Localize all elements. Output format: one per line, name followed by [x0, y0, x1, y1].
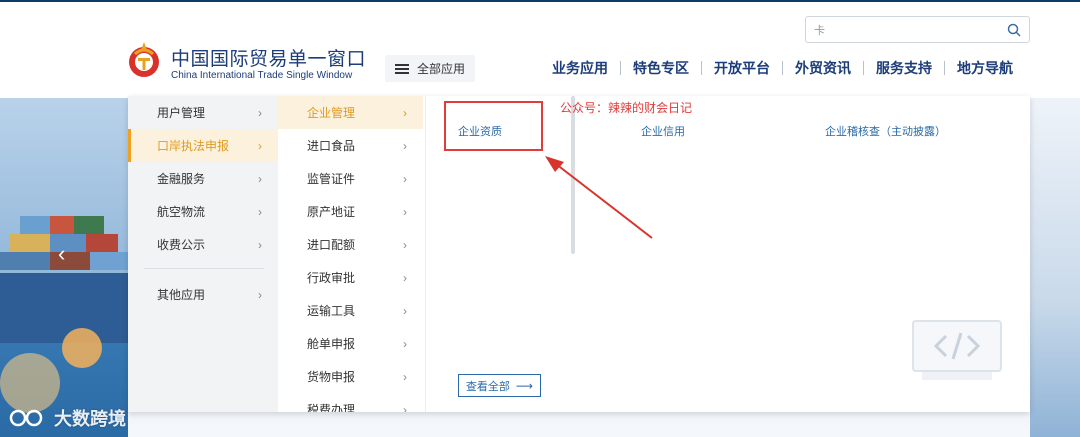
- nav-service-support[interactable]: 服务支持: [864, 58, 944, 78]
- chevron-right-icon: ›: [403, 204, 407, 219]
- menu-item-fee-disclosure[interactable]: 收费公示 ›: [128, 228, 278, 261]
- watermark: 大数跨境: [8, 405, 126, 431]
- chevron-right-icon: ›: [258, 105, 262, 120]
- nav-open-platform[interactable]: 开放平台: [702, 58, 782, 78]
- chevron-right-icon: ›: [258, 237, 262, 252]
- submenu-item-label: 监管证件: [307, 172, 356, 186]
- link-enterprise-qualification[interactable]: 企业资质: [458, 123, 502, 139]
- menu-item-other-apps[interactable]: 其他应用 ›: [128, 278, 278, 311]
- view-all-label: 查看全部: [465, 380, 510, 393]
- menu-item-label: 金融服务: [157, 172, 206, 186]
- container-block: [90, 252, 128, 270]
- all-apps-button[interactable]: 全部应用: [385, 55, 475, 82]
- nav-business-apps[interactable]: 业务应用: [540, 58, 620, 78]
- chevron-left-icon[interactable]: ‹: [58, 241, 65, 267]
- chevron-right-icon: ›: [258, 204, 262, 219]
- chevron-right-icon: ›: [403, 237, 407, 252]
- all-apps-label: 全部应用: [417, 62, 466, 76]
- submenu-item-label: 企业管理: [307, 106, 356, 120]
- main-nav: 业务应用 特色专区 开放平台 外贸资讯 服务支持 地方导航: [540, 58, 1025, 78]
- banner-sea-right: [1030, 98, 1080, 437]
- menu-divider: [144, 268, 264, 269]
- submenu-item-label: 进口食品: [307, 139, 356, 153]
- nav-trade-news[interactable]: 外贸资讯: [783, 58, 863, 78]
- chevron-right-icon: ›: [403, 303, 407, 318]
- container-block: [50, 234, 86, 252]
- chevron-right-icon: ›: [258, 138, 262, 153]
- submenu-item-regulatory-certificates[interactable]: 监管证件 ›: [278, 162, 423, 195]
- submenu-item-label: 运输工具: [307, 304, 356, 318]
- submenu-item-imported-food[interactable]: 进口食品 ›: [278, 129, 423, 162]
- menu-level1: 用户管理 › 口岸执法申报 › 金融服务 › 航空物流 › 收费公示 › 其他应…: [128, 96, 278, 412]
- search-input[interactable]: [814, 21, 999, 39]
- link-enterprise-audit[interactable]: 企业稽核查（主动披露）: [825, 123, 946, 139]
- submenu-item-tax-processing[interactable]: 税费办理 ›: [278, 393, 423, 413]
- watermark-text: 大数跨境: [54, 409, 126, 429]
- chevron-right-icon: ›: [403, 138, 407, 153]
- nav-local-navigation[interactable]: 地方导航: [945, 58, 1025, 78]
- container-block: [74, 216, 104, 234]
- submenu-item-label: 税费办理: [307, 403, 356, 412]
- code-icon: [912, 320, 1002, 380]
- submenu-item-import-quota[interactable]: 进口配额 ›: [278, 228, 423, 261]
- submenu-item-enterprise-management[interactable]: 企业管理 ›: [278, 96, 423, 129]
- banner-sun: [62, 328, 102, 368]
- menu-item-label: 其他应用: [157, 288, 206, 302]
- menu-item-port-declaration[interactable]: 口岸执法申报 ›: [128, 129, 278, 162]
- view-all-button[interactable]: 查看全部 ⟶: [458, 374, 541, 397]
- menu-icon: [395, 63, 409, 74]
- all-apps-dropdown: 用户管理 › 口岸执法申报 › 金融服务 › 航空物流 › 收费公示 › 其他应…: [128, 96, 1030, 412]
- submenu-item-label: 进口配额: [307, 238, 356, 252]
- site-subtitle: China International Trade Single Window: [171, 70, 353, 81]
- container-block: [50, 252, 90, 270]
- top-border: [0, 0, 1080, 2]
- container-block: [0, 252, 50, 270]
- banner-glow: [0, 353, 60, 413]
- submenu-item-goods-declaration[interactable]: 货物申报 ›: [278, 360, 423, 393]
- submenu-item-transport-vehicles[interactable]: 运输工具 ›: [278, 294, 423, 327]
- chevron-right-icon: ›: [403, 171, 407, 186]
- menu-item-label: 收费公示: [157, 238, 206, 252]
- chevron-right-icon: ›: [403, 105, 407, 120]
- search-box[interactable]: [805, 16, 1030, 43]
- watermark-logo-icon: [9, 409, 43, 427]
- menu-item-financial-services[interactable]: 金融服务 ›: [128, 162, 278, 195]
- submenu-item-administrative-approval[interactable]: 行政审批 ›: [278, 261, 423, 294]
- menu-item-user-management[interactable]: 用户管理 ›: [128, 96, 278, 129]
- nav-featured[interactable]: 特色专区: [621, 58, 701, 78]
- chevron-right-icon: ›: [403, 402, 407, 413]
- chevron-right-icon: ›: [258, 171, 262, 186]
- logo-icon[interactable]: [126, 38, 162, 82]
- chevron-right-icon: ›: [403, 369, 407, 384]
- link-enterprise-credit[interactable]: 企业信用: [641, 123, 685, 139]
- container-block: [10, 234, 50, 252]
- menu-item-label: 口岸执法申报: [157, 139, 230, 153]
- site-title[interactable]: 中国国际贸易单一窗口: [171, 44, 366, 71]
- submenu-item-label: 货物申报: [307, 370, 356, 384]
- submenu-item-label: 原产地证: [307, 205, 356, 219]
- menu-item-label: 航空物流: [157, 205, 206, 219]
- submenu-item-manifest-declaration[interactable]: 舱单申报 ›: [278, 327, 423, 360]
- submenu-scrollbar[interactable]: [571, 96, 575, 254]
- container-block: [86, 234, 118, 252]
- menu-item-label: 用户管理: [157, 106, 206, 120]
- menu-item-air-logistics[interactable]: 航空物流 ›: [128, 195, 278, 228]
- chevron-right-icon: ›: [403, 270, 407, 285]
- arrow-right-icon: ⟶: [515, 378, 534, 393]
- search-icon[interactable]: [1007, 23, 1021, 37]
- chevron-right-icon: ›: [403, 336, 407, 351]
- menu-level2: 企业管理 › 进口食品 › 监管证件 › 原产地证 › 进口配额 › 行政审批 …: [278, 96, 575, 413]
- annotation-text: 公众号：辣辣的财会日记: [560, 101, 693, 115]
- submenu-item-label: 舱单申报: [307, 337, 356, 351]
- container-block: [20, 216, 50, 234]
- container-block: [50, 216, 74, 234]
- submenu-item-certificate-of-origin[interactable]: 原产地证 ›: [278, 195, 423, 228]
- banner-ship: [0, 273, 128, 343]
- chevron-right-icon: ›: [258, 287, 262, 302]
- submenu-item-label: 行政审批: [307, 271, 356, 285]
